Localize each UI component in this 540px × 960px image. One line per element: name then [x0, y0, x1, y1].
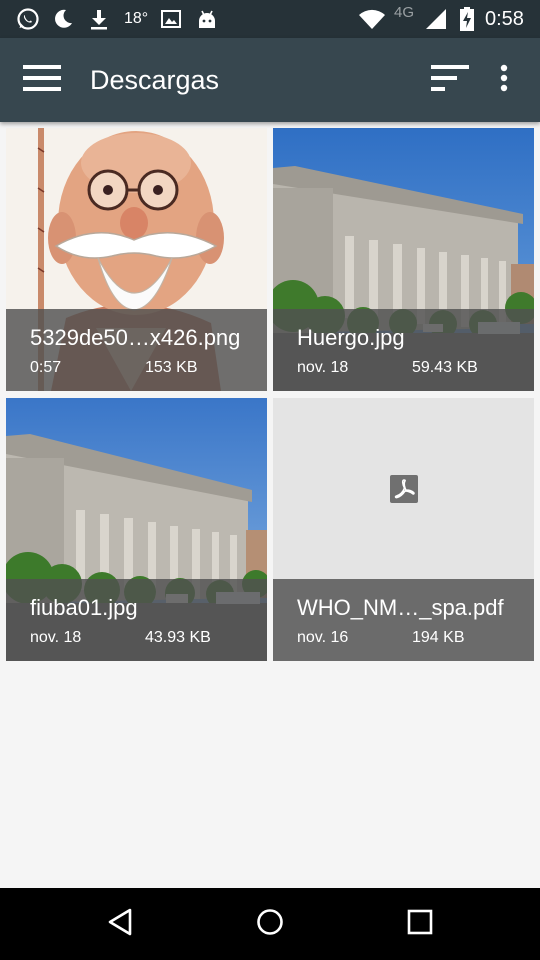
file-name: fiuba01.jpg — [30, 595, 138, 620]
status-bar: 18° 4G 0:58 — [0, 0, 540, 38]
signal-icon — [424, 7, 448, 31]
navigation-drawer-button[interactable] — [20, 58, 64, 102]
whatsapp-icon — [16, 7, 40, 31]
file-date: nov. 18 — [30, 629, 82, 646]
network-type-text: 4G — [394, 4, 415, 21]
more-vert-icon — [500, 64, 508, 97]
file-name: WHO_NM…_spa.pdf — [297, 595, 504, 620]
file-size: 43.93 KB — [145, 629, 211, 646]
file-tile[interactable]: 5329de50…x426.png 0:57 153 KB — [6, 128, 267, 391]
hamburger-menu-icon — [23, 64, 61, 96]
home-circle-icon — [256, 908, 284, 941]
more-options-button[interactable] — [482, 58, 526, 102]
file-name: 5329de50…x426.png — [30, 325, 241, 350]
image-icon — [160, 7, 182, 31]
download-icon — [88, 7, 110, 31]
app-toolbar: Descargas — [0, 38, 540, 122]
back-triangle-icon — [107, 908, 133, 941]
moon-icon — [52, 7, 74, 31]
file-date: nov. 18 — [297, 359, 349, 376]
sort-icon — [431, 64, 469, 96]
file-name: Huergo.jpg — [297, 325, 405, 350]
file-info-overlay: 5329de50…x426.png 0:57 153 KB — [6, 309, 267, 391]
clock-text: 0:58 — [485, 8, 524, 30]
file-size: 59.43 KB — [412, 359, 478, 376]
pdf-icon — [390, 475, 418, 508]
file-info-overlay: fiuba01.jpg nov. 18 43.93 KB — [6, 579, 267, 661]
battery-charging-icon — [458, 7, 476, 31]
file-tile[interactable]: Huergo.jpg nov. 18 59.43 KB — [273, 128, 534, 391]
file-tile[interactable]: WHO_NM…_spa.pdf nov. 16 194 KB — [273, 398, 534, 661]
recents-button[interactable] — [398, 902, 442, 946]
page-title: Descargas — [90, 65, 220, 95]
file-tile[interactable]: fiuba01.jpg nov. 18 43.93 KB — [6, 398, 267, 661]
home-button[interactable] — [248, 902, 292, 946]
sort-button[interactable] — [428, 58, 472, 102]
temperature-text: 18° — [124, 10, 149, 27]
file-date: nov. 16 — [297, 629, 349, 646]
file-date: 0:57 — [30, 359, 62, 376]
file-info-overlay: Huergo.jpg nov. 18 59.43 KB — [273, 309, 534, 391]
file-size: 194 KB — [412, 629, 465, 646]
recents-square-icon — [407, 909, 433, 940]
wifi-icon — [358, 7, 386, 31]
system-navigation-bar — [0, 888, 540, 960]
file-info-overlay: WHO_NM…_spa.pdf nov. 16 194 KB — [273, 579, 534, 661]
android-icon — [196, 7, 218, 31]
back-button[interactable] — [98, 902, 142, 946]
file-size: 153 KB — [145, 359, 198, 376]
